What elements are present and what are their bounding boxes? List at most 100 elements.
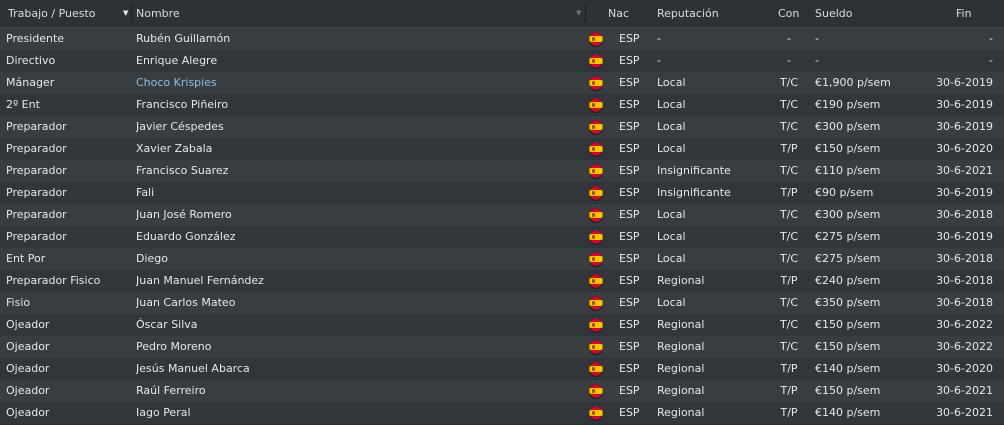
reputation-cell: Local [657,296,686,309]
contract-cell: T/P [780,406,798,419]
spain-flag-icon [589,208,603,222]
spain-flag-icon [589,340,603,354]
spain-flag-icon [589,164,603,178]
name-cell[interactable]: Rubén Guillamón [136,28,576,50]
name-cell[interactable]: Juan Carlos Mateo [136,292,576,314]
nationality-cell: ESP [619,54,640,67]
nationality-cell: ESP [619,340,640,353]
table-row[interactable]: Mánager Choco Krispies ESP Local T/C €1,900 p… [0,72,1004,94]
name-cell[interactable]: Javier Céspedes [136,116,576,138]
nationality-cell: ESP [619,98,640,111]
flag-cell [589,163,605,179]
job-cell: Ojeador [6,362,50,375]
contract-end-cell: 30-6-2019 [936,230,993,243]
contract-cell: T/C [779,252,799,265]
table-row[interactable]: 2º Ent Francisco Piñeiro ESP Local T/C €190 p… [0,94,1004,116]
contract-end-cell: 30-6-2018 [936,296,993,309]
job-cell: Mánager [6,76,55,89]
column-header-name[interactable]: Nombre [136,0,180,27]
contract-end-cell: - [989,54,993,67]
flag-cell [589,273,605,289]
column-header-rep[interactable]: Reputación [657,0,719,27]
contract-cell: T/P [780,142,798,155]
flag-cell [589,295,605,311]
contract-end-cell: 30-6-2018 [936,208,993,221]
table-row[interactable]: Fisio Juan Carlos Mateo ESP Local T/C €350 p/… [0,292,1004,314]
flag-cell [589,97,605,113]
reputation-cell: - [657,54,661,67]
name-cell[interactable]: Enrique Alegre [136,50,576,72]
spain-flag-icon [589,142,603,156]
name-cell[interactable]: Fali [136,182,576,204]
table-row[interactable]: Preparador Francisco Suarez ESP Insignifica… [0,160,1004,182]
table-row[interactable]: Preparador Juan José Romero ESP Local T/C €30… [0,204,1004,226]
name-cell[interactable]: Francisco Piñeiro [136,94,576,116]
flag-cell [589,75,605,91]
contract-cell: T/C [779,318,799,331]
table-row[interactable]: Ojeador Pedro Moreno ESP Regional T/C €150 p/… [0,336,1004,358]
column-header-salary[interactable]: Sueldo [815,0,853,27]
name-cell[interactable]: Francisco Suarez [136,160,576,182]
name-cell[interactable]: Juan Manuel Fernández [136,270,576,292]
table-row[interactable]: Preparador Fali ESP Insignificante T/P €90 p/… [0,182,1004,204]
contract-end-cell: 30-6-2019 [936,120,993,133]
name-cell[interactable]: Eduardo González [136,226,576,248]
sort-desc-icon[interactable]: ▼ [123,0,128,27]
job-cell: Presidente [6,32,65,45]
contract-end-cell: 30-6-2022 [936,340,993,353]
table-row[interactable]: Preparador Eduardo González ESP Local T/C €27… [0,226,1004,248]
nationality-cell: ESP [619,406,640,419]
column-header-end[interactable]: Fin [956,0,972,27]
table-row[interactable]: Directivo Enrique Alegre ESP - - - - [0,50,1004,72]
contract-end-cell: 30-6-2018 [936,274,993,287]
table-row[interactable]: Ojeador Iago Peral ESP Regional T/P €140 p/se… [0,402,1004,424]
contract-end-cell: 30-6-2019 [936,76,993,89]
nationality-cell: ESP [619,32,640,45]
table-row[interactable]: Preparador Xavier Zabala ESP Local T/P €150 p… [0,138,1004,160]
reputation-cell: Regional [657,340,705,353]
spain-flag-icon [589,296,603,310]
flag-cell [589,141,605,157]
name-cell[interactable]: Juan José Romero [136,204,576,226]
table-row[interactable]: Preparador Fisico Juan Manuel Fernández ES… [0,270,1004,292]
name-cell[interactable]: Jesús Manuel Abarca [136,358,576,380]
table-row[interactable]: Presidente Rubén Guillamón ESP - - - - [0,28,1004,50]
name-cell[interactable]: Óscar Silva [136,314,576,336]
nationality-cell: ESP [619,296,640,309]
reputation-cell: Local [657,230,686,243]
flag-cell [589,31,605,47]
spain-flag-icon [589,384,603,398]
flag-cell [589,119,605,135]
job-cell: Ojeador [6,406,50,419]
column-header-job[interactable]: Trabajo / Puesto [8,0,96,27]
table-row[interactable]: Ojeador Óscar Silva ESP Regional T/C €150 p/s… [0,314,1004,336]
nationality-cell: ESP [619,142,640,155]
spain-flag-icon [589,362,603,376]
reputation-cell: Local [657,120,686,133]
reputation-cell: Regional [657,384,705,397]
table-row[interactable]: Ojeador Jesús Manuel Abarca ESP Regional T/P… [0,358,1004,380]
contract-cell: T/P [780,274,798,287]
column-header-nat[interactable]: Nac [608,0,629,27]
name-cell[interactable]: Pedro Moreno [136,336,576,358]
flag-cell [589,185,605,201]
name-cell[interactable]: Choco Krispies [136,72,576,94]
name-cell[interactable]: Diego [136,248,576,270]
contract-end-cell: 30-6-2021 [936,406,993,419]
spain-flag-icon [589,252,603,266]
name-cell[interactable]: Raúl Ferreiro [136,380,576,402]
column-header-con[interactable]: Con [778,0,799,27]
contract-cell: T/C [779,296,799,309]
job-cell: Ojeador [6,340,50,353]
table-row[interactable]: Preparador Javier Céspedes ESP Local T/C €300… [0,116,1004,138]
contract-cell: T/C [779,208,799,221]
contract-cell: T/C [779,120,799,133]
table-header: Trabajo / Puesto ▼ Nombre ▼ Nac Reputaci… [0,0,1004,28]
nationality-cell: ESP [619,318,640,331]
table-row[interactable]: Ojeador Raúl Ferreiro ESP Regional T/P €150 p… [0,380,1004,402]
sort-indicator-icon[interactable]: ▼ [576,0,581,27]
name-cell[interactable]: Xavier Zabala [136,138,576,160]
table-row[interactable]: Ent Por Diego ESP Local T/C €275 p/sem 30-6-20… [0,248,1004,270]
name-cell[interactable]: Iago Peral [136,402,576,424]
spain-flag-icon [589,76,603,90]
